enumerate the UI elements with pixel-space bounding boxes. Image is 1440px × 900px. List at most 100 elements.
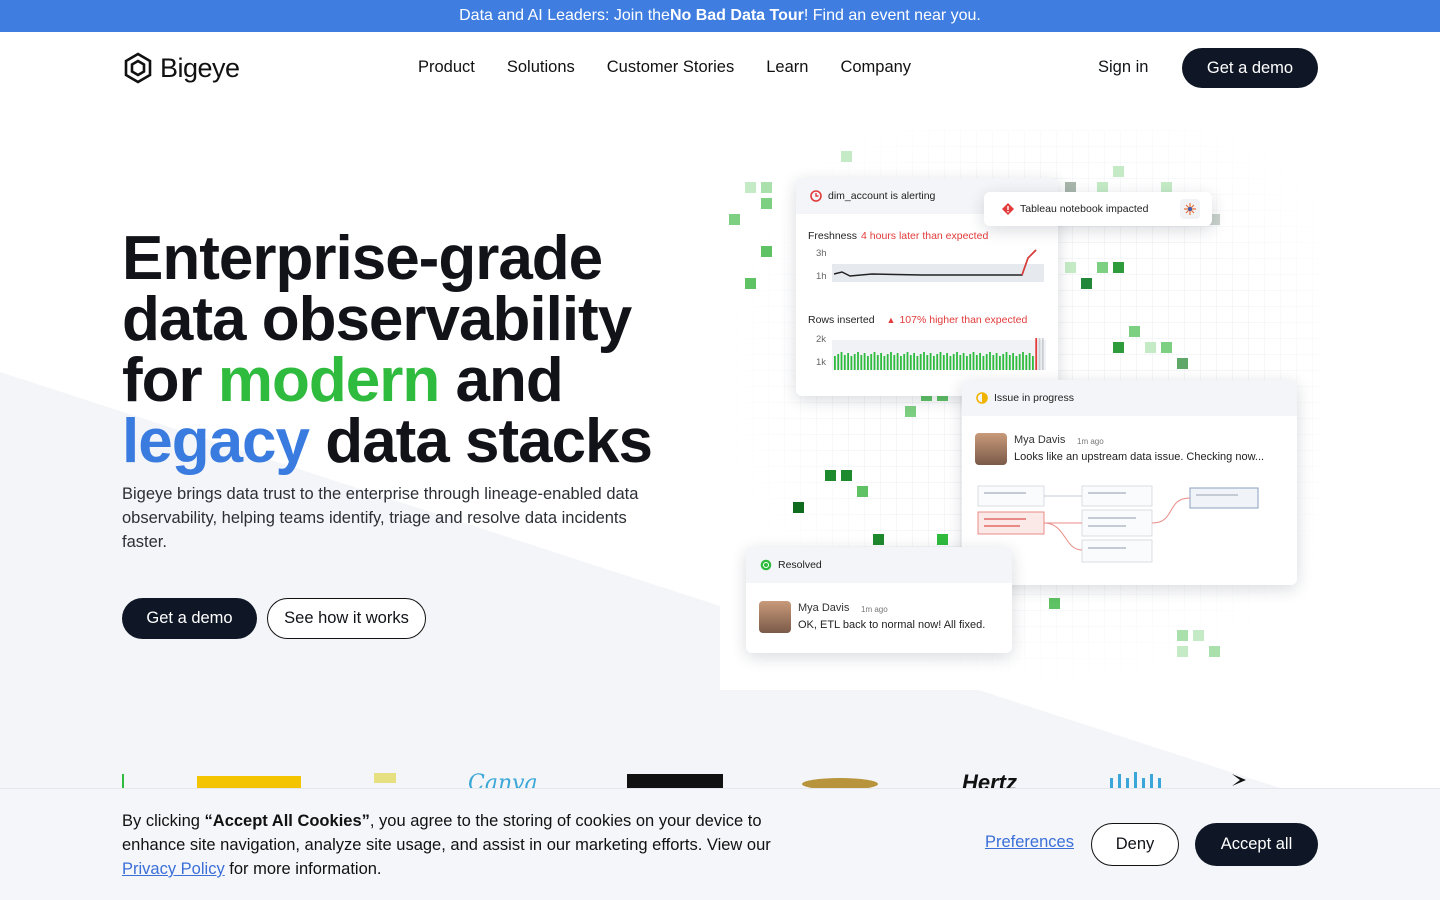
nav-item-customer-stories[interactable]: Customer Stories [607, 58, 734, 77]
hero-subtitle: Bigeye brings data trust to the enterpri… [122, 485, 639, 551]
rows-bar [979, 353, 981, 370]
rows-bar [909, 355, 912, 370]
freshness-chart [832, 249, 1044, 282]
rows-bar [863, 353, 866, 370]
resolved-card-header: Resolved [746, 547, 1012, 583]
impact-title: Tableau notebook impacted [1020, 203, 1149, 215]
resolved-message: OK, ETL back to normal now! All fixed. [798, 619, 986, 631]
rows-bar [929, 353, 932, 370]
hero-word-modern: modern [217, 346, 440, 415]
nav-item-product[interactable]: Product [418, 58, 475, 77]
rows-bar [847, 353, 849, 370]
rows-bar [840, 352, 843, 370]
cookie-banner: By clicking “Accept All Cookies”, you ag… [0, 788, 1440, 900]
freshness-header: Freshness 4 hours later than expected [808, 230, 988, 242]
rows-bar [893, 355, 896, 370]
rows-bar [933, 356, 935, 370]
resolved-title: Resolved [778, 559, 822, 571]
hero-section: Enterprise-grade data observability for … [122, 228, 682, 554]
in-progress-icon [976, 392, 988, 404]
hero-line-1: Enterprise-grade [122, 224, 603, 293]
brand-logo[interactable]: Bigeye [122, 52, 240, 84]
rows-bar [962, 353, 965, 370]
issue-message: Looks like an upstream data issue. Check… [1014, 451, 1265, 463]
rows-label: Rows inserted [808, 314, 875, 326]
brand-name: Bigeye [160, 52, 240, 83]
banner-suffix: ! Find an event near you. [803, 7, 981, 24]
issue-avatar [975, 433, 1007, 465]
cookie-accept-all-button[interactable]: Accept all [1195, 823, 1318, 866]
resolved-time: 1m ago [861, 605, 888, 614]
rows-bar [949, 356, 952, 370]
freshness-label: Freshness [808, 230, 858, 242]
issue-user: Mya Davis [1014, 434, 1066, 446]
nav-item-learn[interactable]: Learn [766, 58, 808, 77]
rows-bar [857, 352, 859, 370]
resolved-check-icon [760, 559, 772, 571]
rows-bar [1008, 355, 1011, 370]
privacy-policy-link[interactable]: Privacy Policy [122, 860, 225, 878]
rows-bar [985, 354, 988, 370]
freshness-tick-3h: 3h [816, 248, 827, 259]
rows-bar [923, 352, 925, 370]
rows-bar [886, 354, 889, 370]
cookie-text-pre: By clicking [122, 812, 205, 830]
rows-bar [969, 354, 972, 370]
rows-bar [870, 354, 873, 370]
rows-note: 107% higher than expected [899, 314, 1028, 326]
cookie-text-bold: “Accept All Cookies” [204, 812, 370, 830]
hero-line-3-post: and [439, 346, 563, 415]
rows-bar [975, 355, 978, 370]
error-icon [1002, 203, 1014, 215]
rows-bar [906, 352, 909, 370]
issue-card[interactable]: Issue in progress Mya Davis 1m ago Looks… [962, 380, 1297, 585]
see-how-it-works-button[interactable]: See how it works [267, 598, 426, 639]
rows-bar [919, 354, 922, 370]
rows-bar [1038, 338, 1041, 370]
rows-bar [926, 355, 929, 370]
hero-get-demo-button[interactable]: Get a demo [122, 598, 257, 639]
sign-in-link[interactable]: Sign in [1098, 58, 1148, 77]
rows-bar [942, 355, 945, 370]
rows-bar [867, 356, 869, 370]
banner-tour-link[interactable]: No Bad Data Tour [670, 7, 804, 25]
main-menu: Product Solutions Customer Stories Learn… [418, 58, 911, 77]
rows-bar [939, 352, 942, 370]
announcement-banner[interactable]: Data and AI Leaders: Join the No Bad Dat… [0, 0, 1440, 32]
rows-bar [850, 356, 853, 370]
product-illustration: dim_account is alerting Freshness 4 hour… [720, 130, 1320, 690]
rows-bar-chart [832, 338, 1046, 370]
cookie-message: By clicking “Accept All Cookies”, you ag… [122, 809, 802, 881]
rows-bar [952, 354, 955, 370]
warning-triangle-icon: ▲ [886, 315, 896, 325]
rows-bar [956, 352, 958, 370]
rows-bar [873, 352, 876, 370]
rows-bar [843, 355, 846, 370]
issue-card-header: Issue in progress [962, 380, 1297, 416]
rows-bar [1035, 338, 1038, 370]
impact-card[interactable]: Tableau notebook impacted [984, 192, 1212, 226]
rows-bar [1041, 338, 1044, 370]
rows-bar [946, 353, 948, 370]
cookie-deny-button[interactable]: Deny [1091, 823, 1179, 866]
alert-clock-icon [810, 190, 822, 202]
lineage-diagram [977, 485, 1259, 563]
rows-bar [913, 353, 915, 370]
rows-bar [1022, 352, 1024, 370]
nav-item-solutions[interactable]: Solutions [507, 58, 575, 77]
resolved-card[interactable]: Resolved Mya Davis 1m ago OK, ETL back t… [746, 547, 1012, 653]
cookie-preferences-link[interactable]: Preferences [985, 833, 1074, 852]
nav-get-demo-button[interactable]: Get a demo [1182, 48, 1318, 88]
rows-bar [903, 354, 906, 370]
rows-bar [900, 356, 902, 370]
rows-bar [860, 355, 863, 370]
issue-title: Issue in progress [994, 392, 1074, 404]
nav-item-company[interactable]: Company [840, 58, 911, 77]
banner-prefix: Data and AI Leaders: Join the [459, 7, 670, 24]
rows-bar [1015, 356, 1018, 370]
hero-line-2: data observability [122, 285, 632, 354]
hero-cta-group: Get a demo See how it works [122, 598, 426, 639]
rows-tick-1k: 1k [816, 357, 827, 368]
logo-mark-3 [374, 773, 396, 783]
rows-bar [989, 352, 991, 370]
